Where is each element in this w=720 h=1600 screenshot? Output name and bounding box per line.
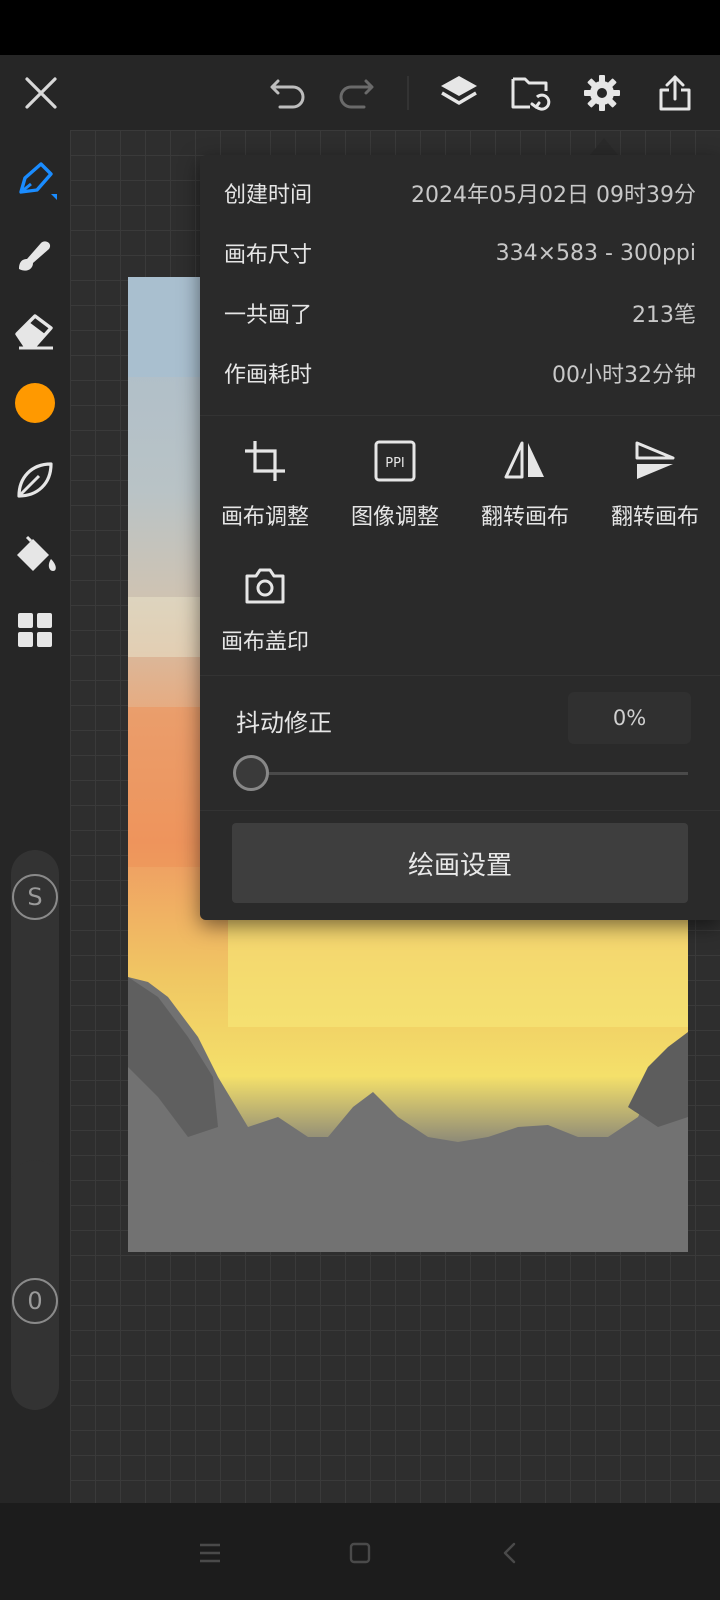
redo-icon [339,79,374,108]
layers-button[interactable] [434,55,484,130]
stabilizer-label: 抖动修正 [236,709,332,737]
home-button[interactable] [340,1533,380,1573]
settings-button[interactable] [577,55,627,130]
leaf-brush-icon [17,462,53,498]
crop-icon [245,441,285,481]
info-value: 334×583 - 300ppi [495,240,696,266]
share-icon [659,75,691,110]
tool-label: 画布盖印 [220,630,309,655]
left-toolbar: S 0 [0,130,70,1503]
status-bar [0,0,720,55]
undo-button[interactable] [265,55,311,130]
canvas-stamp-button[interactable]: 画布盖印 [200,550,330,670]
info-row-duration: 作画耗时 00小时32分钟 [200,343,720,403]
redo-button[interactable] [333,55,379,130]
toolbar-divider [407,76,409,110]
info-value: 213笔 [632,303,696,328]
undo-icon [270,79,305,108]
pen-tool-icon [19,162,57,200]
layers-icon [441,75,477,105]
tool-label: 图像调整 [350,505,439,530]
flip-vertical-button[interactable]: 翻转画布 [590,425,720,545]
opacity-knob[interactable]: 0 [12,1278,58,1324]
tool-label: 画布调整 [220,505,309,530]
tool-label: 翻转画布 [480,505,569,530]
info-label: 一共画了 [224,303,313,328]
eraser-icon [15,314,53,350]
info-row-created: 创建时间 2024年05月02日 09时39分 [200,163,720,223]
brush-size-knob[interactable]: S [12,874,58,920]
close-button[interactable] [18,55,64,130]
ppi-icon: PPI [374,440,416,482]
divider [200,415,720,416]
menu-button[interactable] [190,1533,230,1573]
flip-horizontal-button[interactable]: 翻转画布 [460,425,590,545]
canvas-settings-popup: 创建时间 2024年05月02日 09时39分 画布尺寸 334×583 - 3… [200,155,720,920]
gear-icon [584,74,620,111]
menu-icon [200,1543,220,1563]
tool-label: 翻转画布 [610,505,699,530]
fill-bucket-button[interactable] [10,530,60,580]
active-color-swatch [15,383,55,423]
back-button[interactable] [490,1533,530,1573]
grid-menu-icon [18,613,52,647]
info-value: 00小时32分钟 [552,363,696,388]
info-label: 画布尺寸 [224,243,313,268]
divider [200,675,720,676]
smudge-icon [19,241,51,271]
share-button[interactable] [650,55,700,130]
image-adjust-button[interactable]: PPI 图像调整 [330,425,460,545]
fill-bucket-icon [17,535,56,571]
flip-horizontal-icon [504,441,544,479]
close-icon [25,76,57,109]
info-row-strokes: 一共画了 213笔 [200,283,720,343]
stabilizer-slider-track[interactable] [248,772,688,775]
camera-icon [245,568,285,604]
pen-tool-button[interactable] [10,155,60,205]
top-toolbar [0,55,720,130]
folder-sync-icon [511,77,551,111]
stabilizer-value[interactable]: 0% [568,692,691,744]
color-picker-button[interactable] [10,378,60,428]
folder-sync-button[interactable] [506,55,556,130]
popup-caret [590,138,618,155]
smudge-tool-button[interactable] [10,230,60,280]
more-tools-button[interactable] [10,605,60,655]
eraser-tool-button[interactable] [10,305,60,355]
drawing-settings-button[interactable]: 绘画设置 [232,823,688,903]
canvas-adjust-button[interactable]: 画布调整 [200,425,330,545]
info-label: 创建时间 [224,183,313,208]
info-value: 2024年05月02日 09时39分 [411,183,696,208]
info-row-size: 画布尺寸 334×583 - 300ppi [200,223,720,283]
leaf-brush-button[interactable] [10,455,60,505]
stabilizer-slider-thumb[interactable] [233,755,269,791]
home-icon [349,1542,371,1564]
ppi-icon-text: PPI [385,456,405,471]
divider [200,810,720,811]
back-icon [503,1542,516,1564]
flip-vertical-icon [635,441,675,479]
system-nav-bar [0,1503,720,1600]
info-label: 作画耗时 [224,363,313,388]
